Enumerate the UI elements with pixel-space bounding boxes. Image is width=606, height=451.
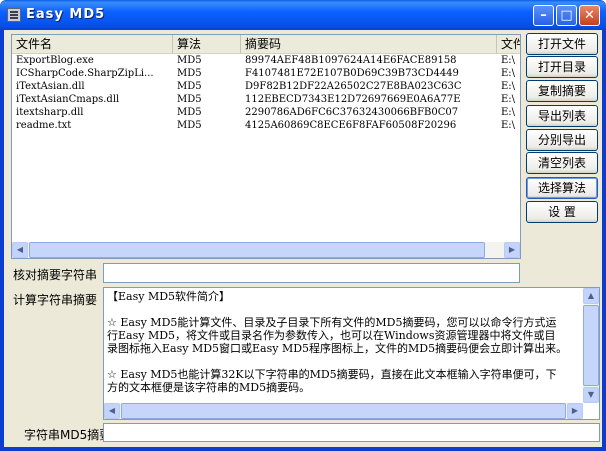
- cell-algo: MD5: [177, 81, 202, 92]
- intro-line: ☆ Easy MD5能计算文件、目录及子目录下所有文件的MD5摘要码，您可以以命…: [107, 316, 557, 329]
- verify-digest-label: 核对摘要字符串: [13, 268, 98, 282]
- list-horizontal-scrollbar[interactable]: ◀ ▶: [12, 242, 520, 258]
- column-header-path[interactable]: 文件: [497, 35, 520, 53]
- intro-text: 【Easy MD5软件简介】 ☆ Easy MD5能计算文件、目录及子目录下所有文…: [107, 290, 577, 394]
- file-list[interactable]: 文件名 算法 摘要码 文件 ExportBlog.exe MD5 89974AEF4…: [11, 34, 521, 259]
- cell-path: E:\: [501, 81, 516, 92]
- scroll-up-button[interactable]: ▲: [583, 288, 599, 304]
- cell-file: iTextAsian.dll: [16, 81, 85, 92]
- cell-path: E:\: [501, 55, 516, 66]
- intro-line: [107, 303, 577, 316]
- app-icon[interactable]: [7, 8, 21, 22]
- table-row[interactable]: ICSharpCode.SharpZipLi... MD5 F4107481E72E…: [12, 67, 520, 80]
- open-file-button[interactable]: 打开文件: [526, 33, 598, 55]
- cell-algo: MD5: [177, 55, 202, 66]
- cell-file: ExportBlog.exe: [16, 55, 94, 66]
- textarea-horizontal-scrollbar[interactable]: ◀ ▶: [104, 403, 583, 419]
- cell-path: E:\: [501, 94, 516, 105]
- table-row[interactable]: itextsharp.dll MD5 2290786AD6FC6C376324300…: [12, 106, 520, 119]
- string-input-textarea[interactable]: 【Easy MD5软件简介】 ☆ Easy MD5能计算文件、目录及子目录下所有文…: [103, 287, 600, 420]
- compute-digest-label: 计算字符串摘要: [13, 293, 98, 307]
- column-header-algorithm[interactable]: 算法: [173, 35, 241, 53]
- cell-digest: F4107481E72E107B0D69C39B73CD4449: [245, 68, 459, 79]
- string-md5-output[interactable]: [103, 423, 600, 442]
- scroll-left-button[interactable]: ◀: [12, 242, 28, 258]
- clear-list-button[interactable]: 清空列表: [526, 152, 598, 174]
- left-arrow-icon: ◀: [16, 245, 24, 254]
- maximize-button[interactable]: □: [556, 5, 577, 26]
- textarea-vscroll-thumb[interactable]: [583, 305, 599, 386]
- settings-button[interactable]: 设 置: [526, 201, 598, 223]
- intro-line: 录图标拖入Easy MD5窗口或Easy MD5程序图标上，文件的MD5摘要码便…: [107, 342, 568, 355]
- up-arrow-icon: ▲: [587, 291, 595, 300]
- table-row[interactable]: iTextAsian.dll MD5 D9F82B12DF22A26502C27E8…: [12, 80, 520, 93]
- window-title: Easy MD5: [26, 7, 106, 22]
- cell-algo: MD5: [177, 68, 202, 79]
- right-arrow-icon: ▶: [571, 406, 579, 415]
- cell-digest: 89974AEF48B1097624A14E6FACE89158: [245, 55, 457, 66]
- cell-algo: MD5: [177, 107, 202, 118]
- cell-file: itextsharp.dll: [16, 107, 84, 118]
- right-arrow-icon: ▶: [508, 245, 516, 254]
- cell-digest: 112EBECD7343E12D72697669E0A6A77E: [245, 94, 461, 105]
- close-button[interactable]: ✕: [579, 5, 600, 26]
- intro-line: [107, 355, 577, 368]
- intro-line: 行Easy MD5，将文件或目录名作为参数传入，也可以在Windows资源管理器…: [107, 329, 556, 342]
- left-arrow-icon: ◀: [108, 406, 116, 415]
- intro-line: 【Easy MD5软件简介】: [107, 290, 231, 303]
- copy-digest-button[interactable]: 复制摘要: [526, 80, 598, 102]
- client-area: 文件名 算法 摘要码 文件 ExportBlog.exe MD5 89974AEF4…: [4, 30, 602, 447]
- cell-path: E:\: [501, 107, 516, 118]
- textarea-scroll-left-button[interactable]: ◀: [104, 403, 120, 419]
- verify-digest-input[interactable]: [103, 263, 520, 283]
- scroll-down-button[interactable]: ▼: [583, 387, 599, 403]
- cell-path: E:\: [501, 120, 516, 131]
- title-bar[interactable]: Easy MD5 – □ ✕: [0, 0, 606, 30]
- export-list-button[interactable]: 导出列表: [526, 105, 598, 127]
- cell-path: E:\: [501, 68, 516, 79]
- cell-algo: MD5: [177, 94, 202, 105]
- cell-digest: 2290786AD6FC6C37632430066BFB0C07: [245, 107, 459, 118]
- intro-line: 方的文本框便是该字符串的MD5摘要码。: [107, 381, 311, 394]
- table-row[interactable]: iTextAsianCmaps.dll MD5 112EBECD7343E12D72…: [12, 93, 520, 106]
- cell-digest: D9F82B12DF22A26502C27E8BA023C63C: [245, 81, 462, 92]
- scroll-thumb[interactable]: [29, 242, 485, 258]
- textarea-hscroll-thumb[interactable]: [121, 403, 566, 419]
- scroll-right-button[interactable]: ▶: [504, 242, 520, 258]
- string-md5-label: 字符串MD5摘要: [24, 428, 112, 442]
- cell-file: iTextAsianCmaps.dll: [16, 94, 120, 105]
- down-arrow-icon: ▼: [587, 390, 595, 399]
- cell-algo: MD5: [177, 120, 202, 131]
- list-header: 文件名 算法 摘要码 文件: [12, 35, 520, 54]
- textarea-vertical-scrollbar[interactable]: ▲ ▼: [583, 288, 599, 403]
- minimize-button[interactable]: –: [533, 5, 554, 26]
- choose-algorithm-button[interactable]: 选择算法: [526, 177, 598, 199]
- column-header-filename[interactable]: 文件名: [12, 35, 173, 53]
- app-window: Easy MD5 – □ ✕ 文件名 算法 摘要码 文件 ExportBlog.…: [0, 0, 606, 451]
- export-separately-button[interactable]: 分别导出: [526, 129, 598, 151]
- open-directory-button[interactable]: 打开目录: [526, 56, 598, 78]
- textarea-scroll-right-button[interactable]: ▶: [567, 403, 583, 419]
- column-header-digest[interactable]: 摘要码: [241, 35, 497, 53]
- cell-file: ICSharpCode.SharpZipLi...: [16, 68, 154, 79]
- cell-digest: 4125A60869C8ECE6F8FAF60508F20296: [245, 120, 457, 131]
- cell-file: readme.txt: [16, 120, 72, 131]
- table-row[interactable]: readme.txt MD5 4125A60869C8ECE6F8FAF60508F…: [12, 119, 520, 132]
- intro-line: ☆ Easy MD5也能计算32K以下字符串的MD5摘要码，直接在此文本框输入字…: [107, 368, 557, 381]
- table-row[interactable]: ExportBlog.exe MD5 89974AEF48B1097624A14E6…: [12, 54, 520, 67]
